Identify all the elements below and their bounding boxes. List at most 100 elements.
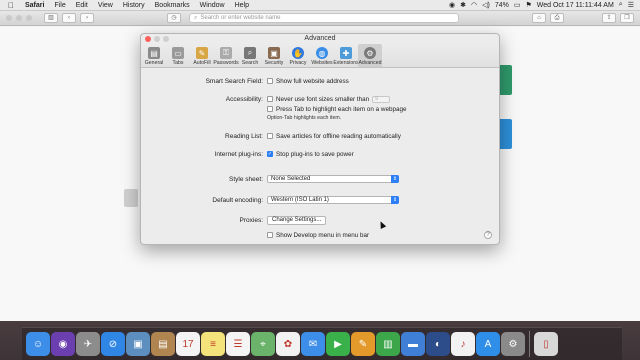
tab-extensions[interactable]: ✚ Extensions bbox=[333, 44, 359, 67]
encoding-popup[interactable]: Western (ISO Latin 1) ⇕ bbox=[267, 196, 399, 204]
tab-highlight-checkbox[interactable] bbox=[267, 106, 273, 112]
puzzle-icon: ✚ bbox=[340, 47, 352, 59]
close-light-icon[interactable] bbox=[6, 15, 12, 21]
menu-window[interactable]: Window bbox=[195, 2, 230, 9]
show-tabs-icon[interactable]: ❐ bbox=[620, 13, 634, 23]
stylesheet-popup[interactable]: None Selected ⇕ bbox=[267, 175, 399, 183]
close-button-icon[interactable] bbox=[145, 36, 151, 42]
dock-app-store-icon[interactable]: A bbox=[476, 332, 500, 356]
zoom-light-icon[interactable] bbox=[26, 15, 32, 21]
dock-notes-icon[interactable]: ≡ bbox=[201, 332, 225, 356]
window-title: Advanced bbox=[304, 35, 336, 42]
dock-notes-contacts-icon[interactable]: ▤ bbox=[151, 332, 175, 356]
volume-icon[interactable]: ◁) bbox=[482, 1, 490, 9]
menu-clock[interactable]: Wed Oct 17 11:11:44 AM bbox=[537, 2, 614, 9]
tab-privacy[interactable]: ✋ Privacy bbox=[286, 44, 310, 67]
dock-pages-icon[interactable]: ✎ bbox=[351, 332, 375, 356]
min-font-size-text: Never use font sizes smaller than bbox=[276, 95, 370, 103]
dock-facetime-icon[interactable]: ▶ bbox=[326, 332, 350, 356]
dock-maps-icon[interactable]: ⌖ bbox=[251, 332, 275, 356]
minimize-light-icon[interactable] bbox=[16, 15, 22, 21]
minimize-button-icon[interactable] bbox=[154, 36, 160, 42]
dock-numbers-icon[interactable]: ▥ bbox=[376, 332, 400, 356]
lock-icon: ▣ bbox=[268, 47, 280, 59]
wifi-icon[interactable]: ◠ bbox=[471, 1, 477, 9]
dock-keynote-icon[interactable]: ▬ bbox=[401, 332, 425, 356]
tab-general[interactable]: ▤ General bbox=[142, 44, 166, 67]
min-font-size-checkbox[interactable] bbox=[267, 96, 273, 102]
forward-icon[interactable]: › bbox=[80, 13, 94, 23]
battery-percent[interactable]: 74% bbox=[495, 2, 509, 9]
dock-quicktime-icon[interactable]: ◐ bbox=[426, 332, 450, 356]
general-icon: ▤ bbox=[148, 47, 160, 59]
sidebar-toggle-icon[interactable]: ▥ bbox=[44, 13, 58, 23]
menu-file[interactable]: File bbox=[49, 2, 70, 9]
preferences-window: Advanced ▤ General ▭ Tabs ✎ AutoFill ⚿ Passw… bbox=[140, 33, 500, 245]
dock-preview-icon[interactable]: ▣ bbox=[126, 332, 150, 356]
print-icon[interactable]: ⎙ bbox=[550, 13, 564, 23]
screen-record-icon[interactable]: ◉ bbox=[449, 1, 455, 9]
dock-finder-icon[interactable]: ☺ bbox=[26, 332, 50, 356]
dock-siri-icon[interactable]: ◉ bbox=[51, 332, 75, 356]
dock-launchpad-icon[interactable]: ✈ bbox=[76, 332, 100, 356]
menu-help[interactable]: Help bbox=[230, 2, 254, 9]
tab-search[interactable]: ⌕ Search bbox=[238, 44, 262, 67]
menu-view[interactable]: View bbox=[93, 2, 118, 9]
bluetooth-icon[interactable]: ✱ bbox=[460, 1, 466, 9]
dock-messages-icon[interactable]: ✉ bbox=[301, 332, 325, 356]
popup-arrows-icon: ⇕ bbox=[391, 175, 399, 183]
tab-security[interactable]: ▣ Security bbox=[262, 44, 286, 67]
tab-label: General bbox=[144, 60, 164, 66]
offline-reading-text: Save articles for offline reading automa… bbox=[276, 132, 401, 140]
share-icon[interactable]: ⇪ bbox=[602, 13, 616, 23]
stop-plugins-checkbox[interactable]: ✓ bbox=[267, 151, 273, 157]
zoom-button-icon[interactable] bbox=[163, 36, 169, 42]
preferences-tab-bar: ▤ General ▭ Tabs ✎ AutoFill ⚿ Passwords ⌕ Sea… bbox=[141, 44, 499, 68]
smart-search-label: Smart Search Field: bbox=[205, 77, 263, 85]
change-proxy-settings-button[interactable]: Change Settings... bbox=[267, 215, 327, 225]
dock-system-preferences-icon[interactable]: ⚙ bbox=[501, 332, 525, 356]
dock-calendar-icon[interactable]: 17 bbox=[176, 332, 200, 356]
tab-label: Security bbox=[264, 60, 284, 66]
flag-icon[interactable]: ⚑ bbox=[525, 1, 531, 9]
tabs-icon: ▭ bbox=[172, 47, 184, 59]
popup-arrows-icon: ⇕ bbox=[391, 196, 399, 204]
min-font-size-select[interactable]: 9 bbox=[372, 95, 391, 103]
dock-safari-icon[interactable]: ⊘ bbox=[101, 332, 125, 356]
help-button[interactable]: ? bbox=[484, 231, 492, 239]
tab-highlight-text: Press Tab to highlight each item on a we… bbox=[276, 105, 407, 113]
globe-icon: ◍ bbox=[316, 47, 328, 59]
tab-autofill[interactable]: ✎ AutoFill bbox=[190, 44, 214, 67]
proxies-label: Proxies: bbox=[239, 216, 263, 224]
battery-icon[interactable]: ▭ bbox=[514, 1, 521, 9]
menu-history[interactable]: History bbox=[118, 2, 150, 9]
key-icon: ⚿ bbox=[220, 47, 232, 59]
dock-itunes-icon[interactable]: ♪ bbox=[451, 332, 475, 356]
tab-websites[interactable]: ◍ Websites bbox=[310, 44, 334, 67]
offline-reading-checkbox[interactable] bbox=[267, 133, 273, 139]
spotlight-icon[interactable]: ⌕ bbox=[619, 1, 623, 9]
address-bar[interactable]: ⌕ Search or enter website name bbox=[189, 13, 459, 23]
stylesheet-value: None Selected bbox=[271, 176, 311, 182]
dock-reminders-icon[interactable]: ☰ bbox=[226, 332, 250, 356]
apple-menu-icon[interactable]:  bbox=[0, 1, 20, 10]
stylesheet-label: Style sheet: bbox=[229, 175, 263, 183]
menu-bookmarks[interactable]: Bookmarks bbox=[150, 2, 195, 9]
tab-passwords[interactable]: ⚿ Passwords bbox=[213, 44, 239, 67]
menu-bar:  Safari File Edit View History Bookmark… bbox=[0, 0, 640, 11]
notification-center-icon[interactable]: ☰ bbox=[628, 1, 634, 9]
home-icon[interactable]: ⌂ bbox=[532, 13, 546, 23]
dock-photos-icon[interactable]: ✿ bbox=[276, 332, 300, 356]
develop-menu-checkbox[interactable] bbox=[267, 232, 273, 238]
show-full-address-checkbox[interactable] bbox=[267, 78, 273, 84]
tab-tabs[interactable]: ▭ Tabs bbox=[166, 44, 190, 67]
menu-edit[interactable]: Edit bbox=[71, 2, 93, 9]
tab-label: AutoFill bbox=[193, 60, 211, 66]
dock-separator bbox=[529, 331, 530, 357]
top-sites-icon[interactable]: ◷ bbox=[167, 13, 181, 23]
tab-advanced[interactable]: ⚙ Advanced bbox=[358, 44, 382, 67]
back-icon[interactable]: ‹ bbox=[62, 13, 76, 23]
dock-trash-icon[interactable]: ▯ bbox=[534, 332, 558, 356]
favorite-tile[interactable] bbox=[124, 189, 138, 207]
app-menu[interactable]: Safari bbox=[20, 2, 49, 9]
